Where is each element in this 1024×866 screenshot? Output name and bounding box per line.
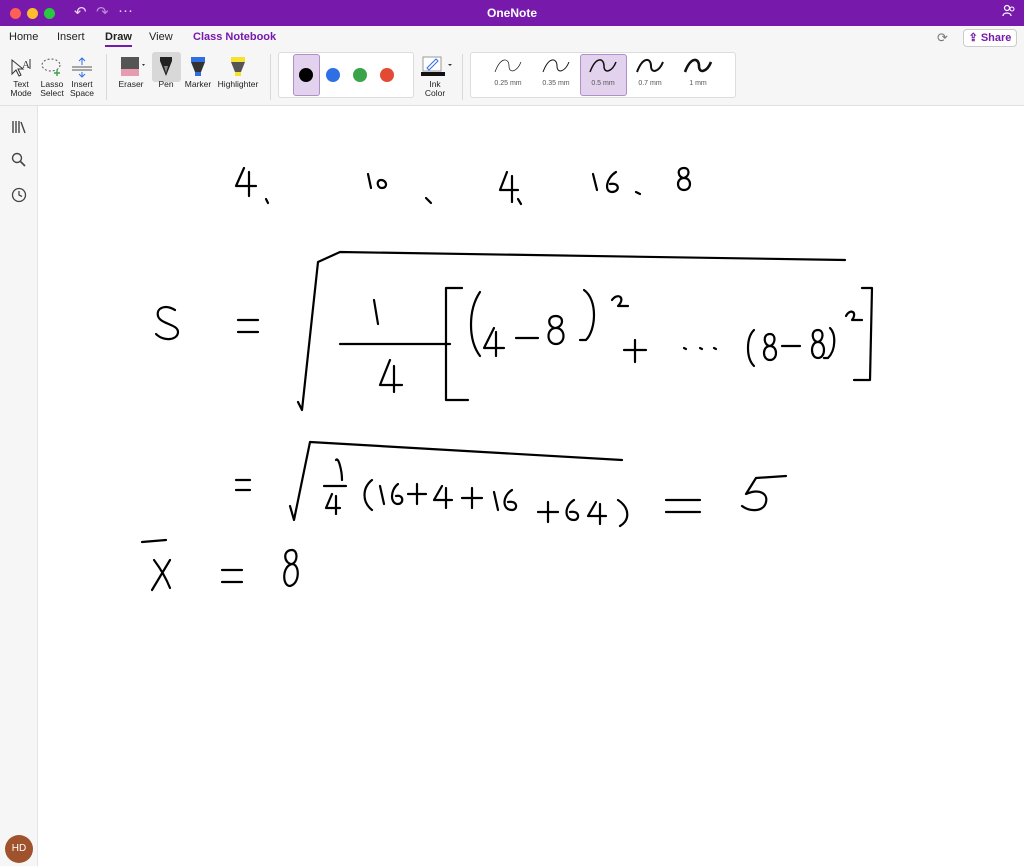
thickness-07-option[interactable]: 0.7 mm (628, 56, 672, 87)
page-canvas[interactable] (39, 106, 1024, 866)
stroke-thin-icon (494, 59, 522, 73)
left-sidebar (0, 106, 38, 866)
ink-color-label: Ink Color (424, 79, 446, 98)
draw-ribbon: A Text Mode Lasso Select Insert Space Er… (0, 48, 1024, 106)
tab-view[interactable]: View (149, 31, 173, 43)
thickness-025-label: 0.25 mm (494, 80, 522, 87)
text-mode-icon: A (11, 58, 31, 77)
thickness-05-label: 0.5 mm (591, 80, 615, 87)
thickness-05-option[interactable]: 0.5 mm (581, 56, 625, 87)
tab-home[interactable]: Home (9, 31, 38, 43)
lasso-icon (41, 58, 61, 76)
thickness-1-label: 1 mm (689, 80, 707, 87)
insert-space-icon (72, 57, 92, 78)
user-avatar[interactable]: HD (5, 835, 33, 863)
thickness-035-label: 0.35 mm (542, 80, 570, 87)
text-mode-button[interactable]: A Text Mode (6, 56, 36, 98)
stroke-thick-icon (636, 59, 664, 73)
stroke-medium-icon (589, 59, 617, 73)
eraser-icon (121, 57, 145, 76)
tab-draw[interactable]: Draw (105, 31, 132, 47)
stroke-heavy-icon (683, 58, 713, 73)
ribbon-separator (106, 54, 107, 100)
pen-label: Pen (158, 79, 174, 89)
highlighter-icon (231, 57, 245, 76)
ink-color-icon (421, 56, 452, 76)
eraser-button[interactable]: Eraser (113, 56, 149, 89)
marker-label: Marker (184, 79, 212, 89)
recent-clock-icon[interactable] (10, 186, 28, 204)
color-blue-swatch[interactable] (326, 68, 340, 82)
highlighter-button[interactable]: Highlighter (214, 56, 262, 89)
ink-formula-line2 (234, 440, 788, 528)
highlighter-label: Highlighter (217, 79, 259, 89)
ribbon-separator (462, 54, 463, 100)
lasso-select-button[interactable]: Lasso Select (36, 56, 68, 98)
stroke-light-icon (542, 59, 570, 73)
eraser-label: Eraser (118, 79, 144, 89)
pen-button[interactable]: Pen (150, 56, 182, 89)
ink-data-list (234, 166, 692, 206)
insert-space-button[interactable]: Insert Space (66, 56, 98, 98)
share-icon: ⇪ (968, 32, 978, 44)
pen-icon (160, 57, 172, 76)
ink-formula-line1 (154, 250, 874, 412)
title-bar: ↶ ↷ ··· OneNote (0, 0, 1024, 26)
marker-button[interactable]: Marker (182, 56, 214, 89)
ink-mean-line (140, 538, 299, 592)
app-title: OneNote (486, 6, 537, 20)
people-icon[interactable] (1002, 4, 1016, 21)
thickness-035-option[interactable]: 0.35 mm (534, 56, 578, 87)
share-button[interactable]: ⇪ Share (963, 29, 1017, 47)
ribbon-tabs: Home Insert Draw View Class Notebook ⟳ ⇪… (0, 26, 1024, 48)
thickness-025-option[interactable]: 0.25 mm (486, 56, 530, 87)
lasso-select-label: Lasso Select (40, 79, 64, 98)
insert-space-label: Insert Space (69, 79, 95, 98)
color-red-swatch[interactable] (380, 68, 394, 82)
color-green-swatch[interactable] (353, 68, 367, 82)
marker-icon (191, 57, 205, 76)
sync-icon[interactable]: ⟳ (937, 30, 948, 46)
svg-text:A: A (22, 59, 30, 71)
tab-class-notebook[interactable]: Class Notebook (193, 31, 276, 43)
thickness-07-label: 0.7 mm (638, 80, 662, 87)
notebooks-icon[interactable] (10, 118, 28, 136)
search-icon[interactable] (10, 151, 28, 169)
color-black-swatch[interactable] (299, 68, 313, 82)
thickness-1-option[interactable]: 1 mm (676, 56, 720, 87)
ribbon-separator (270, 54, 271, 100)
share-label: Share (980, 32, 1012, 44)
text-mode-label: Text Mode (10, 79, 32, 98)
ink-color-button[interactable]: Ink Color (415, 56, 455, 98)
tab-insert[interactable]: Insert (57, 31, 85, 43)
